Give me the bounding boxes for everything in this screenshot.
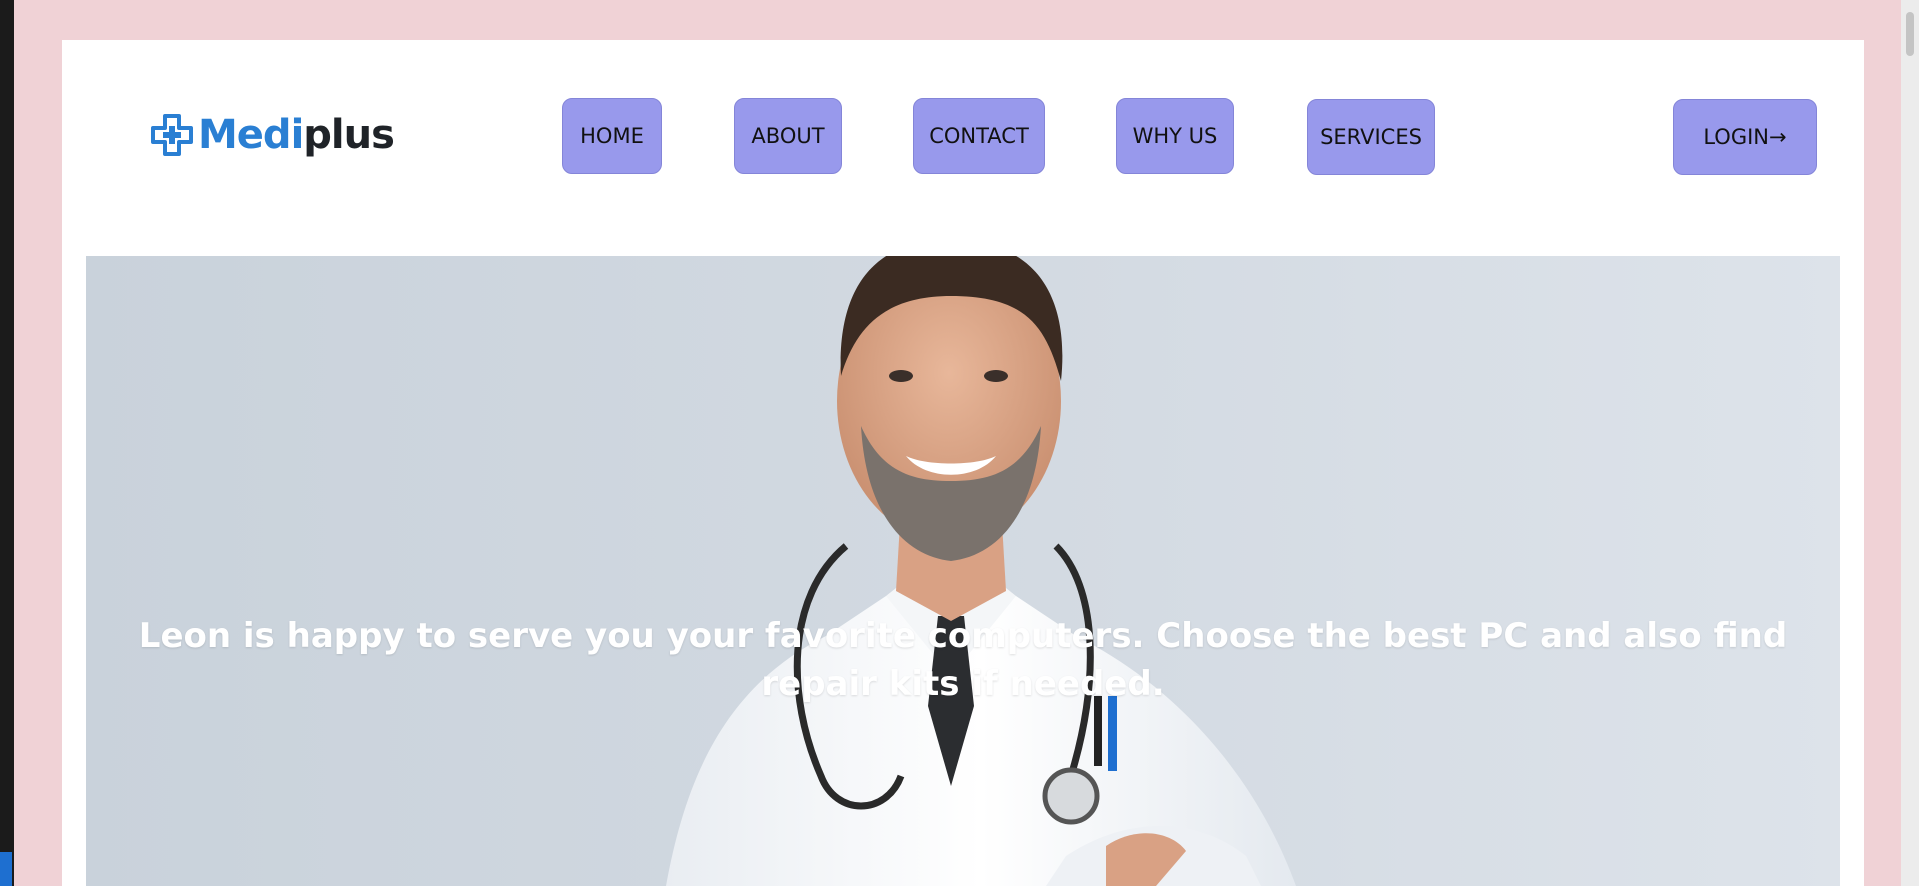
nav-about-button[interactable]: ABOUT — [734, 98, 842, 174]
scrollbar[interactable] — [1901, 0, 1919, 886]
nav-contact-button[interactable]: CONTACT — [913, 98, 1045, 174]
taskbar-accent — [0, 852, 12, 886]
doctor-photo — [666, 256, 1296, 886]
brand-logo[interactable]: Mediplus — [150, 112, 395, 158]
brand-name-plus: plus — [303, 112, 395, 158]
medical-cross-icon — [151, 114, 193, 156]
nav-why-us-button[interactable]: WHY US — [1116, 98, 1234, 174]
hero-banner: Leon is happy to serve you your favorite… — [86, 256, 1840, 886]
page-card: Mediplus HOME ABOUT CONTACT WHY US SERVI… — [62, 40, 1864, 886]
nav-home-button[interactable]: HOME — [562, 98, 662, 174]
window-edge — [0, 0, 14, 886]
brand-name-medi: Medi — [198, 112, 304, 158]
hero-tagline: Leon is happy to serve you your favorite… — [138, 616, 1788, 704]
nav-services-button[interactable]: SERVICES — [1307, 99, 1435, 175]
login-button[interactable]: LOGIN→ — [1673, 99, 1817, 175]
brand-name: Mediplus — [198, 112, 395, 158]
scrollbar-thumb[interactable] — [1906, 12, 1914, 56]
